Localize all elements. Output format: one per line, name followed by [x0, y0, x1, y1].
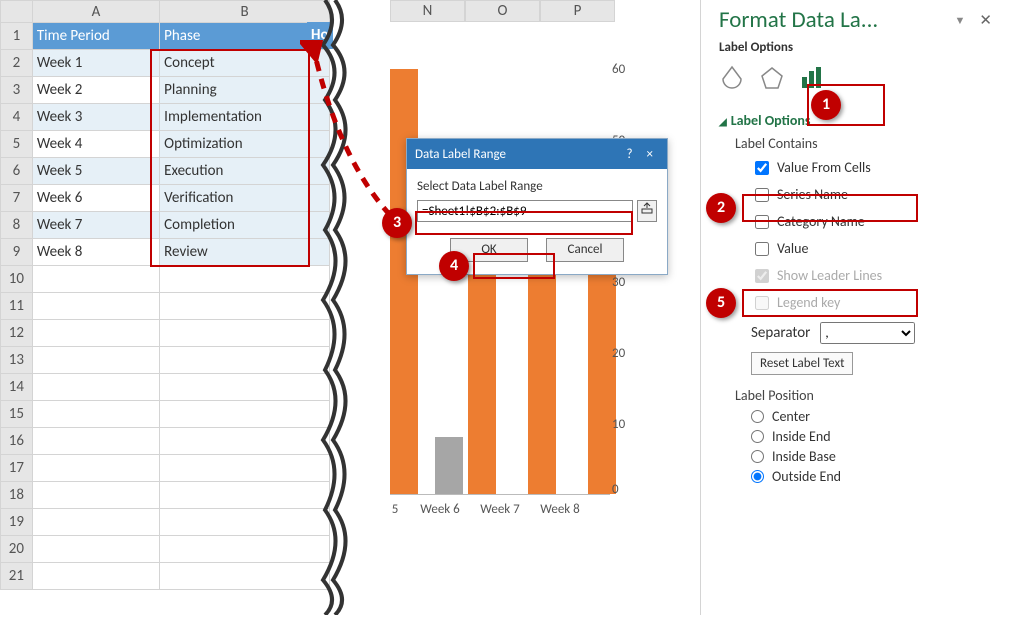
cell[interactable]: Week 1 [32, 50, 159, 77]
cancel-button[interactable]: Cancel [546, 238, 624, 262]
badge-3: 3 [382, 208, 412, 238]
badge-5: 5 [706, 288, 736, 318]
panel-tabs [719, 65, 998, 96]
row-header[interactable]: 1 [1, 23, 33, 50]
col-header-row: A B [1, 1, 330, 23]
inside-base-radio[interactable]: Inside Base [751, 448, 998, 465]
panel-subtitle: Label Options [719, 40, 998, 55]
x-axis: 5 Week 6 Week 7 Week 8 [380, 502, 590, 517]
inside-end-radio[interactable]: Inside End [751, 428, 998, 445]
col-header-p[interactable]: P [540, 0, 615, 22]
badge-4: 4 [439, 251, 469, 281]
col-header-a[interactable]: A [32, 1, 159, 23]
select-all[interactable] [1, 1, 33, 23]
leader-lines-checkbox: Show Leader Lines [751, 264, 998, 287]
badge-2: 2 [706, 193, 736, 223]
outside-end-radio[interactable]: Outside End [751, 468, 998, 485]
y-axis: 60 50 40 30 20 10 0 [612, 62, 652, 502]
col-header-b[interactable]: B [160, 1, 330, 23]
reset-label-button[interactable]: Reset Label Text [751, 352, 853, 375]
help-button[interactable]: ? [618, 147, 640, 162]
category-name-checkbox[interactable]: Category Name [751, 210, 998, 233]
mid-column-headers: N O P [390, 0, 615, 22]
range-input[interactable] [417, 200, 633, 222]
worksheet[interactable]: A B 1 Time Period Phase 2Week 1Concept 3… [0, 0, 330, 590]
grid[interactable]: A B 1 Time Period Phase 2Week 1Concept 3… [0, 0, 330, 590]
label-options-section[interactable]: Label Options [719, 112, 998, 129]
fill-tab-icon[interactable] [719, 65, 745, 96]
separator-select[interactable]: , [820, 322, 915, 344]
label-contains: Label Contains [735, 135, 998, 152]
badge-1: 1 [811, 90, 841, 120]
separator-row: Separator , [751, 322, 998, 344]
col-header-o[interactable]: O [465, 0, 540, 22]
series-name-checkbox[interactable]: Series Name [751, 183, 998, 206]
cell-a1[interactable]: Time Period [32, 23, 159, 50]
format-data-labels-panel: Format Data La... ▼ ✕ Label Options Labe… [700, 0, 1010, 615]
panel-dropdown-icon[interactable]: ▼ [955, 14, 966, 27]
value-checkbox[interactable]: Value [751, 237, 998, 260]
callout-arrow [300, 40, 420, 230]
dialog-title: Data Label Range [415, 147, 506, 162]
effects-tab-icon[interactable] [759, 65, 785, 96]
center-radio[interactable]: Center [751, 408, 998, 425]
separator-label: Separator [751, 324, 810, 342]
value-from-cells-checkbox[interactable]: Value From Cells [751, 156, 998, 179]
plot-area[interactable] [390, 70, 610, 495]
col-header-n[interactable]: N [390, 0, 465, 22]
panel-title: Format Data La... [719, 6, 947, 34]
close-button[interactable]: × [641, 147, 659, 162]
panel-close-button[interactable]: ✕ [973, 9, 998, 32]
range-picker-button[interactable] [637, 200, 657, 222]
label-position: Label Position [735, 387, 998, 404]
legend-key-checkbox: Legend key [751, 291, 998, 314]
dialog-label: Select Data Label Range [417, 179, 657, 194]
bar[interactable] [435, 437, 463, 494]
dialog-title-bar[interactable]: Data Label Range ? × [407, 139, 667, 169]
